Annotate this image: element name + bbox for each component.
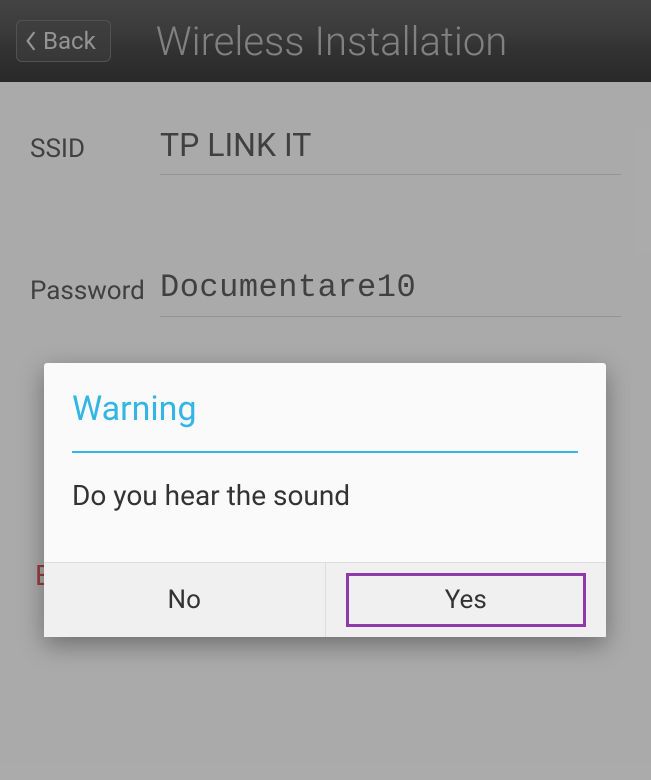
dialog-message: Do you hear the sound bbox=[44, 453, 606, 562]
dialog-title: Warning bbox=[44, 363, 606, 451]
dialog-button-row: No Yes bbox=[44, 562, 606, 637]
yes-button[interactable]: Yes bbox=[326, 563, 607, 637]
no-button-label: No bbox=[168, 585, 201, 615]
warning-dialog: Warning Do you hear the sound No Yes bbox=[44, 363, 606, 637]
no-button[interactable]: No bbox=[44, 563, 326, 637]
yes-button-label: Yes bbox=[445, 585, 487, 615]
